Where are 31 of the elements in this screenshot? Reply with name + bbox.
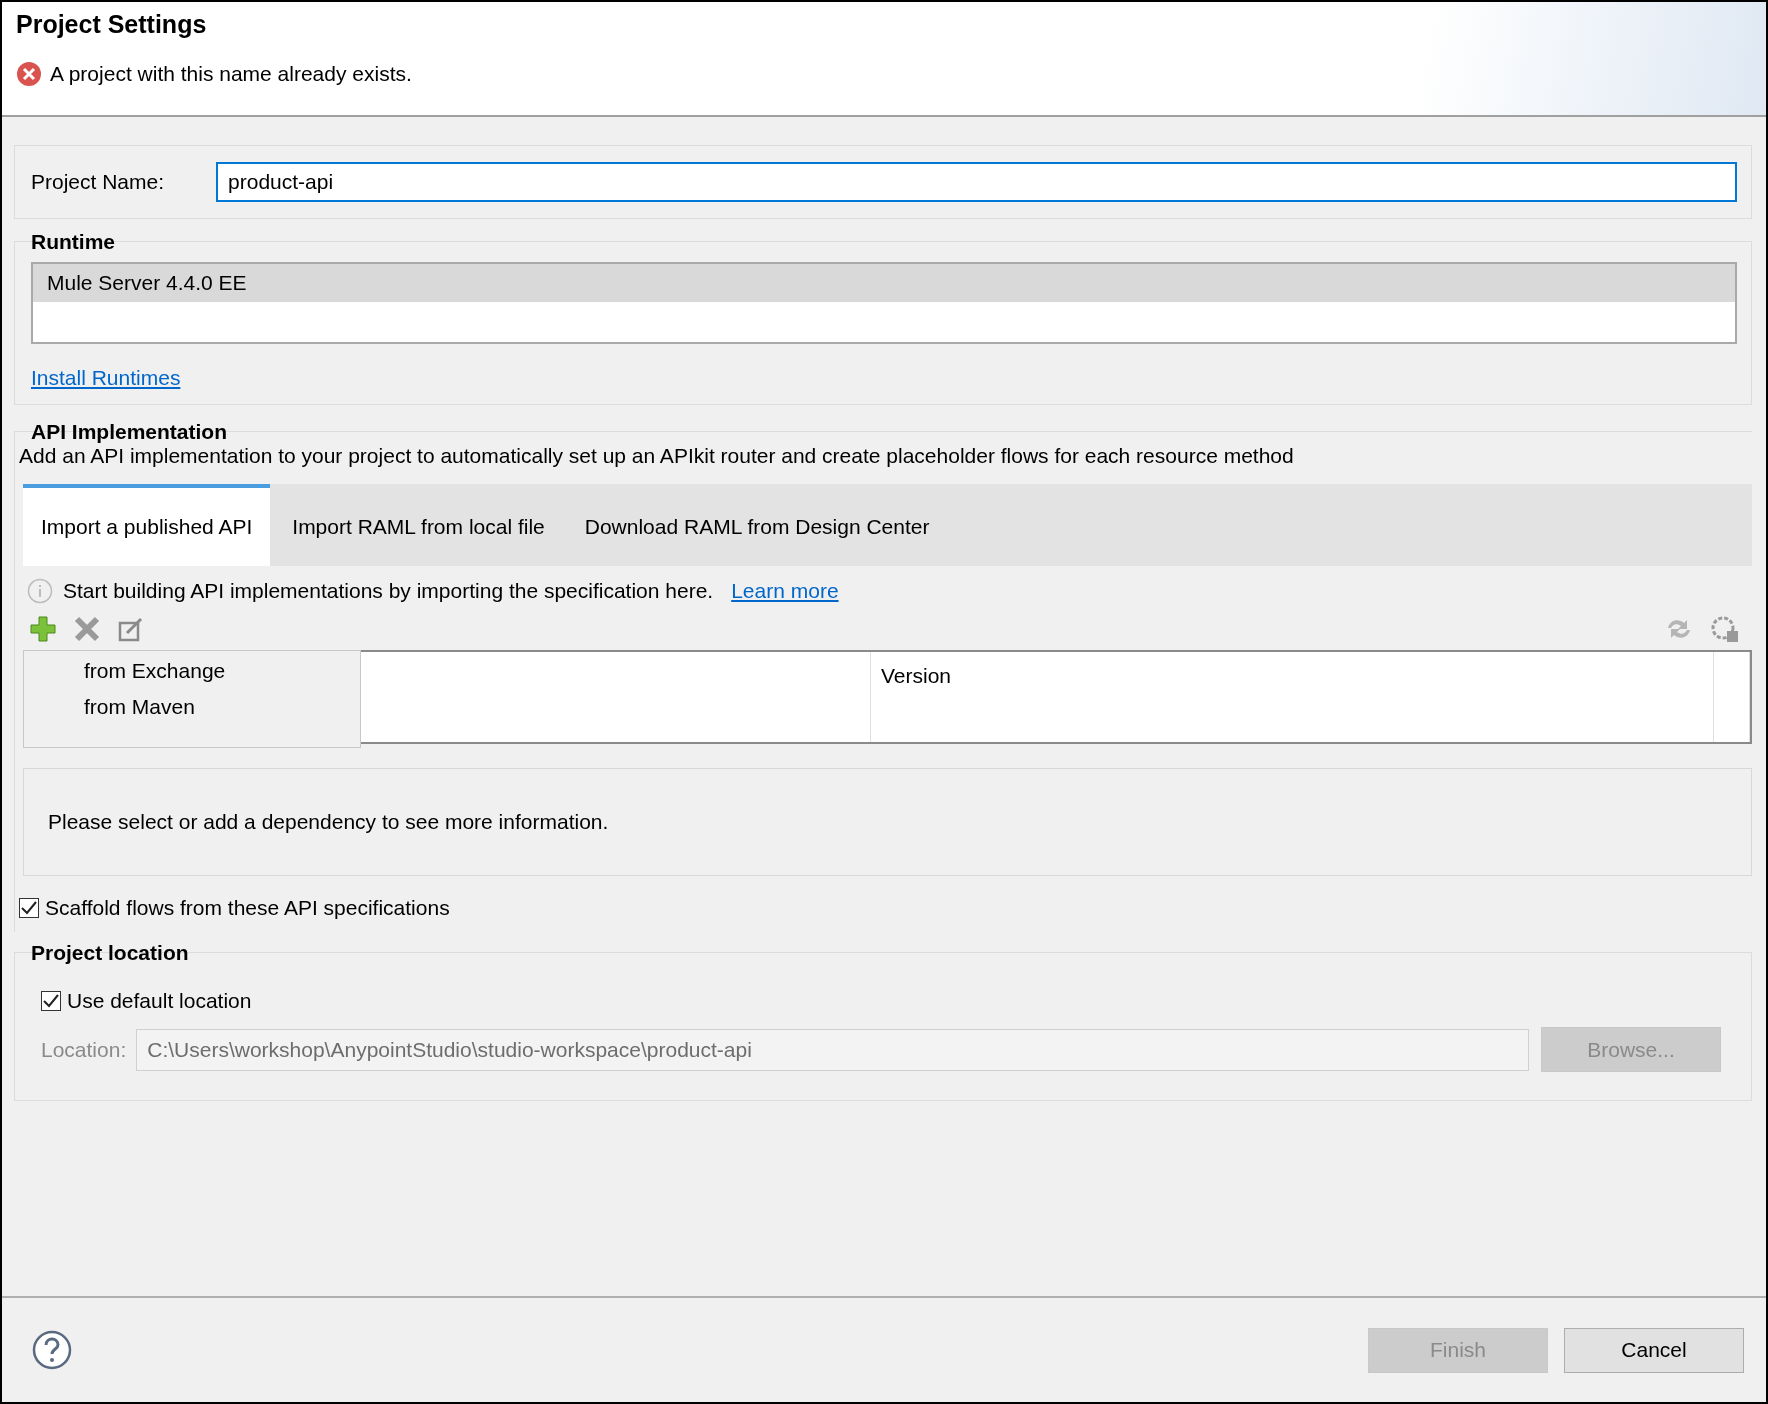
description: Add an API implementation to your project to automatically set up an APIkit router and create placeholder flows for each resource method [19, 444, 1294, 467]
checkbox-label: Scaffold flows from these API specifications [45, 896, 450, 920]
error-message: A project with this name already exists. [50, 62, 412, 86]
info-text: Start building API implementations by importing the specification here. [63, 579, 714, 603]
column-header: Version [871, 652, 1714, 742]
menu-item[interactable]: from Exchange [84, 659, 360, 683]
tab[interactable]: Import RAML from local file [270, 484, 563, 566]
menu-item[interactable]: from Maven [84, 695, 360, 719]
runtime-item[interactable]: Mule Server 4.4.0 EE [33, 264, 1735, 302]
details-text: Please select or add a dependency to see more information. [48, 810, 609, 834]
group-title: Runtime [31, 230, 116, 254]
project-name-field[interactable]: product-api [216, 162, 1737, 202]
install-runtimes-link[interactable]: Install Runtimes [31, 366, 181, 389]
delete-icon[interactable] [73, 615, 101, 643]
tab[interactable]: Import a published API [23, 484, 271, 566]
help-icon[interactable] [32, 1330, 72, 1370]
learn-more-link[interactable]: Learn more [731, 579, 839, 603]
info-icon [27, 578, 53, 604]
error-icon [16, 61, 42, 87]
add-icon[interactable] [29, 615, 57, 643]
tab[interactable]: Download RAML from Design Center [562, 484, 948, 566]
dialog-button[interactable]: Cancel [1564, 1327, 1744, 1373]
edit-icon[interactable] [117, 615, 145, 643]
location-label: Location: [41, 1037, 127, 1062]
checkbox[interactable] [41, 991, 61, 1011]
group-title: API Implementation [31, 420, 229, 444]
project-name-label: Project Name: [31, 170, 165, 194]
checkbox-label: Use default location [67, 989, 252, 1013]
dialog-title: Project Settings [16, 10, 208, 39]
checkbox[interactable] [19, 898, 39, 918]
group-title: Project location [31, 941, 190, 965]
